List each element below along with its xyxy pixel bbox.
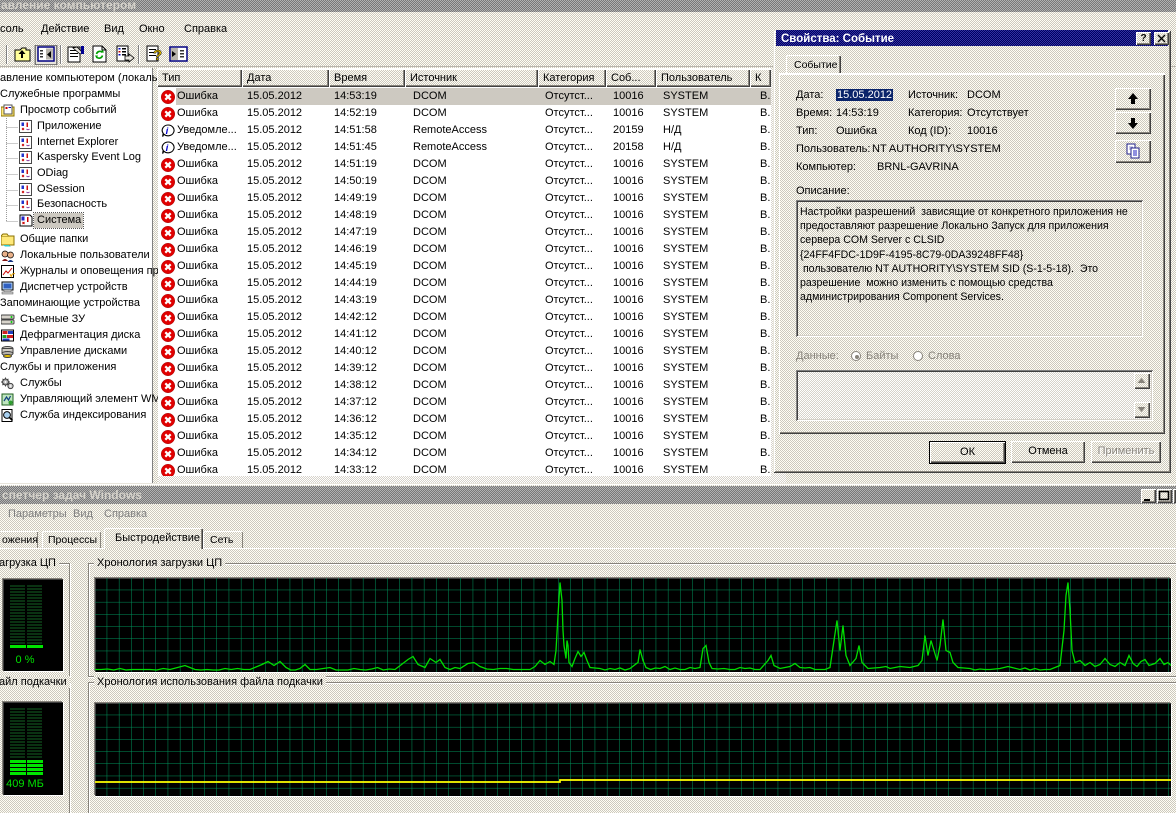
svg-text:i: i <box>166 143 169 154</box>
svg-text:i: i <box>166 126 169 137</box>
svg-text:?: ? <box>153 47 162 64</box>
